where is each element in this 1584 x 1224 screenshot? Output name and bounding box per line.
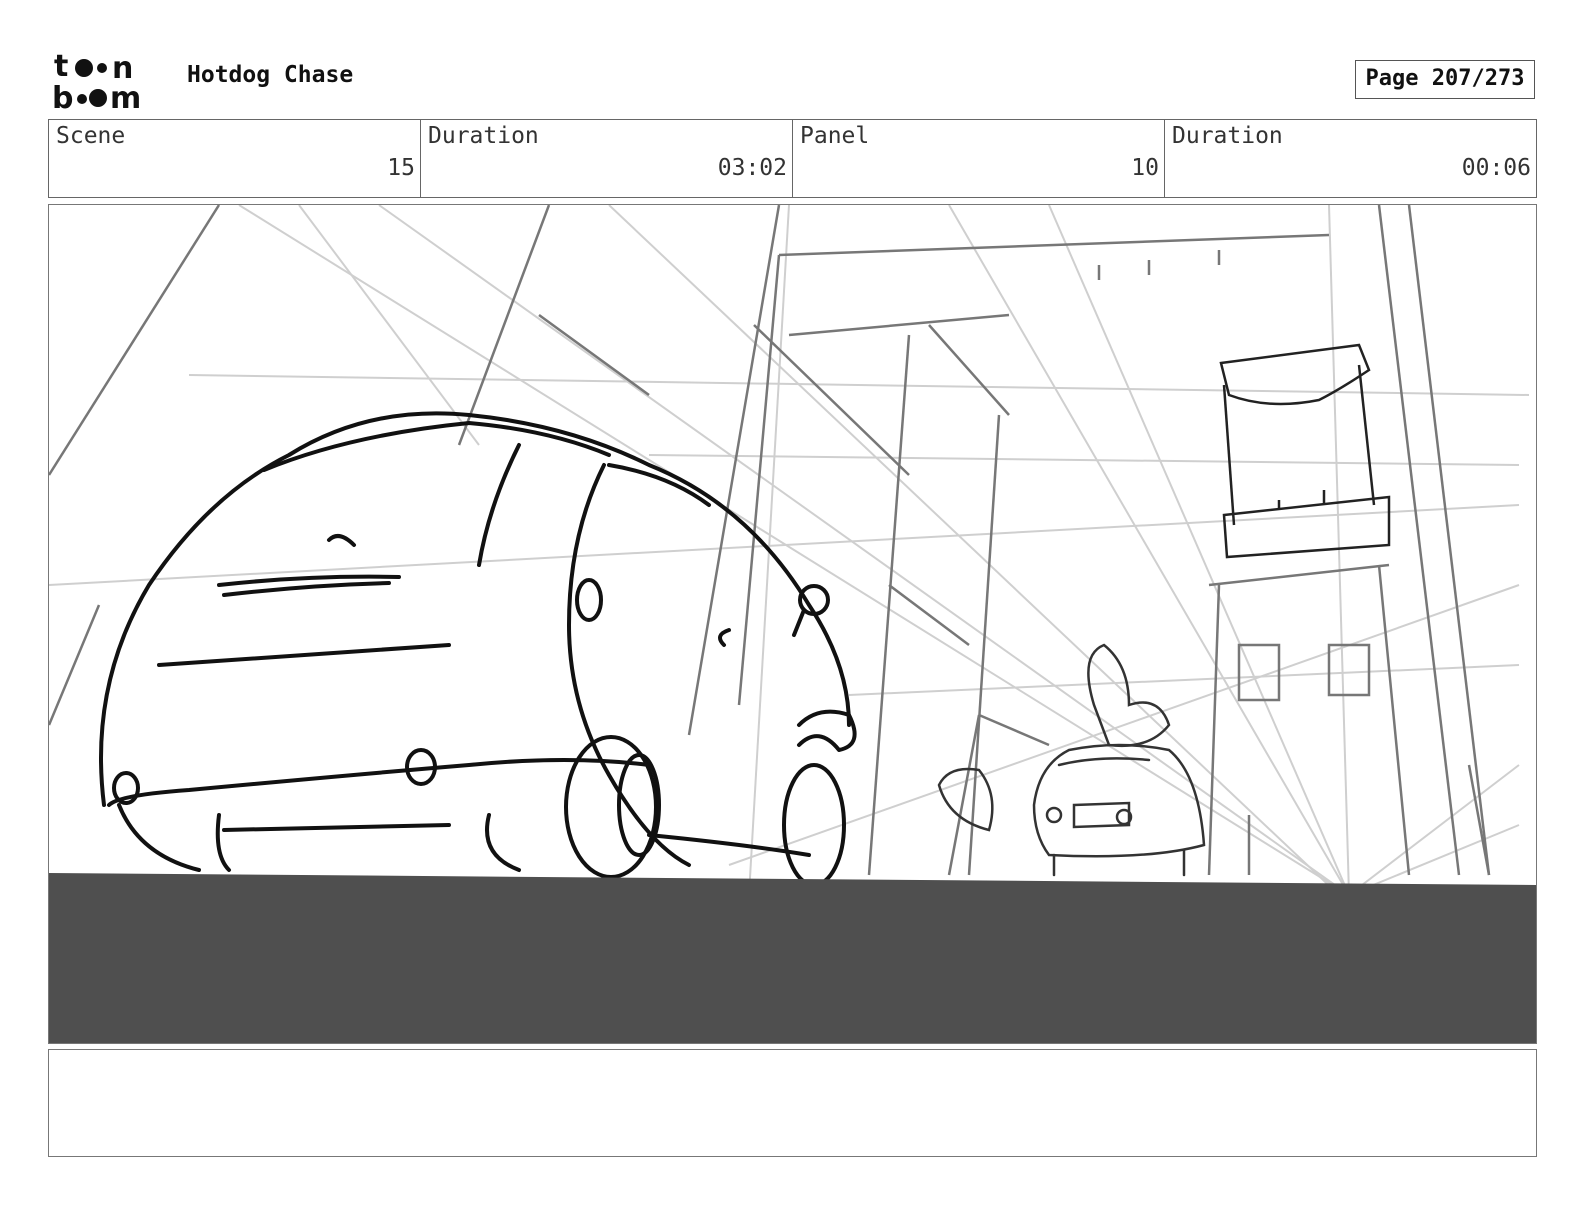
storyboard-panel: [48, 204, 1537, 1044]
panel-duration-cell: Duration 00:06: [1165, 120, 1536, 197]
page-indicator: Page 207/273: [1355, 60, 1535, 99]
svg-text:t: t: [54, 50, 68, 84]
panel-label: Panel: [800, 123, 870, 149]
scene-duration-value: 03:02: [717, 155, 787, 181]
scene-info-table: Scene 15 Duration 03:02 Panel 10 Duratio…: [48, 119, 1537, 198]
project-title: Hotdog Chase: [187, 62, 354, 88]
scene-duration-cell: Duration 03:02: [421, 120, 793, 197]
toon-boom-logo: t n b m: [52, 49, 164, 116]
panel-duration-label: Duration: [1172, 123, 1283, 149]
svg-text:m: m: [110, 81, 141, 112]
scene-duration-label: Duration: [428, 123, 539, 149]
scene-cell: Scene 15: [49, 120, 421, 197]
scene-label: Scene: [56, 123, 126, 149]
scene-value: 15: [387, 155, 415, 181]
panel-notes-box: [48, 1049, 1537, 1157]
panel-value: 10: [1131, 155, 1159, 181]
panel-duration-value: 00:06: [1461, 155, 1531, 181]
toon-boom-logo-icon: t n b m: [52, 49, 141, 116]
panel-cell: Panel 10: [793, 120, 1165, 197]
svg-text:b: b: [52, 81, 73, 112]
storyboard-sketch-image: [49, 205, 1536, 1043]
